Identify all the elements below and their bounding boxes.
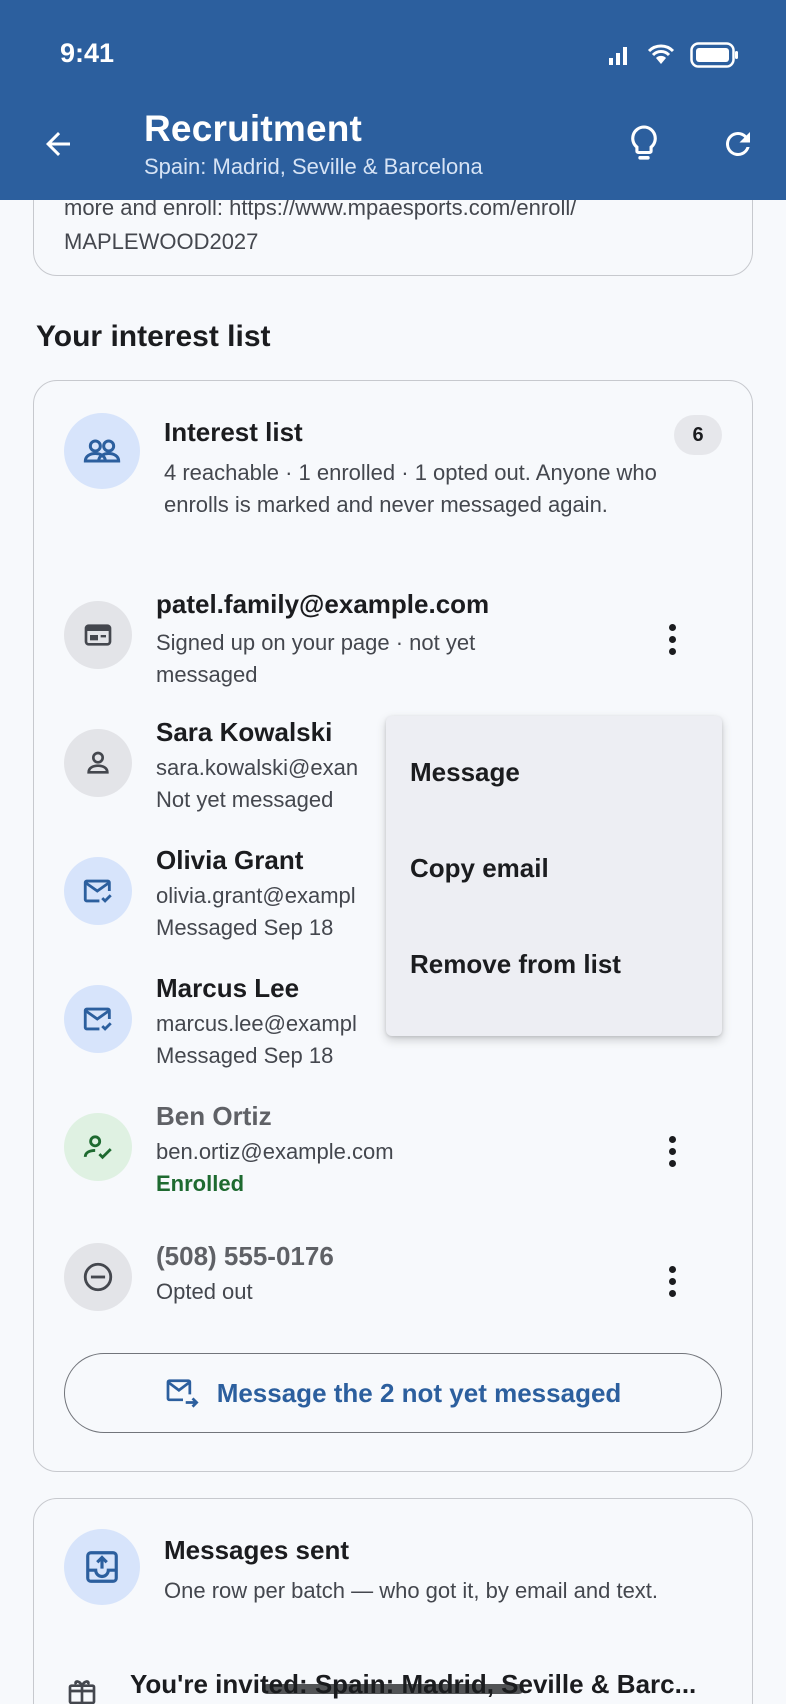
contact-name: patel.family@example.com (156, 589, 490, 619)
status-time: 9:41 (60, 38, 115, 68)
back-button[interactable] (36, 122, 80, 166)
do-not-disturb-icon (83, 1262, 113, 1292)
page-title: Recruitment (144, 108, 363, 149)
home-indicator[interactable] (262, 1684, 524, 1694)
contact-email: sara.kowalski@exan (156, 755, 359, 780)
message-unmessaged-button[interactable]: Message the 2 not yet messaged (64, 1353, 722, 1433)
contact-status: Messaged Sep 18 (156, 1043, 334, 1068)
contact-avatar (64, 601, 132, 669)
contact-row[interactable]: (508) 555-0176 Opted out (34, 1241, 752, 1361)
status-icons (608, 42, 740, 68)
contact-avatar (64, 857, 132, 925)
menu-item-copy-email[interactable]: Copy email (386, 820, 722, 916)
promo-code: MAPLEWOOD2027 (64, 229, 259, 254)
sent-avatar (64, 1529, 140, 1605)
contact-row[interactable]: patel.family@example.com Signed up on yo… (34, 589, 752, 709)
promo-text: more and enroll: https://www.mpaesports.… (64, 191, 576, 259)
refresh-button[interactable] (716, 122, 760, 166)
person-check-icon (83, 1135, 112, 1160)
card-description: 4 reachable · 1 enrolled · 1 opted out. … (164, 460, 657, 517)
refresh-icon (725, 131, 750, 156)
contact-status: Opted out (156, 1279, 253, 1304)
more-options-button[interactable] (652, 609, 692, 669)
battery-icon (690, 42, 738, 68)
wifi-icon (647, 44, 675, 64)
message-button-label: Message the 2 not yet messaged (216, 1377, 622, 1408)
outbox-icon (86, 1551, 118, 1583)
group-avatar (64, 413, 140, 489)
mail-check-icon (83, 1007, 112, 1031)
contact-phone: (508) 555-0176 (156, 1241, 334, 1271)
signal-icon (609, 47, 627, 65)
messages-sent-title: Messages sent (164, 1535, 349, 1565)
contact-name: Ben Ortiz (156, 1101, 272, 1131)
messages-sent-description: One row per batch — who got it, by email… (164, 1578, 659, 1603)
messages-sent-card: Messages sent One row per batch — who go… (33, 1498, 753, 1704)
contact-name: Olivia Grant (156, 845, 304, 875)
page-subtitle: Spain: Madrid, Seville & Barcelona (144, 154, 483, 179)
person-icon (87, 751, 109, 774)
send-mail-icon (166, 1379, 199, 1408)
card-title: Interest list (164, 417, 303, 447)
gift-icon (68, 1680, 96, 1704)
contact-name: Marcus Lee (156, 973, 300, 1003)
contact-status: Signed up on your page · not yet message… (156, 630, 476, 687)
section-heading: Your interest list (36, 320, 271, 353)
contact-email: ben.ortiz@example.com (156, 1139, 394, 1164)
contact-email: marcus.lee@exampl (156, 1011, 357, 1036)
more-options-button[interactable] (652, 1251, 692, 1311)
mail-check-icon (83, 879, 112, 903)
enrolled-status: Enrolled (156, 1171, 245, 1196)
context-menu: Message Copy email Remove from list (386, 716, 722, 1036)
menu-item-remove[interactable]: Remove from list (386, 916, 722, 1012)
contact-email: olivia.grant@exampl (156, 883, 356, 908)
web-form-icon (84, 624, 112, 646)
group-icon (83, 439, 121, 463)
menu-item-message[interactable]: Message (386, 724, 722, 820)
contact-name: Sara Kowalski (156, 717, 333, 747)
lightbulb-icon (631, 125, 657, 160)
contact-avatar (64, 985, 132, 1053)
contact-avatar (64, 1243, 132, 1311)
contact-row[interactable]: Ben Ortiz ben.ortiz@example.com Enrolled (34, 1101, 752, 1221)
app-bar: 9:41 Recruitment Spain: Madrid, Seville … (0, 0, 786, 200)
contact-status: Not yet messaged (156, 787, 334, 812)
tips-button[interactable] (622, 120, 666, 168)
contact-avatar (64, 729, 132, 797)
contact-avatar (64, 1113, 132, 1181)
count-badge: 6 (674, 415, 722, 455)
contact-status: Messaged Sep 18 (156, 915, 334, 940)
more-options-button[interactable] (652, 1121, 692, 1181)
arrow-back-icon (46, 132, 70, 156)
